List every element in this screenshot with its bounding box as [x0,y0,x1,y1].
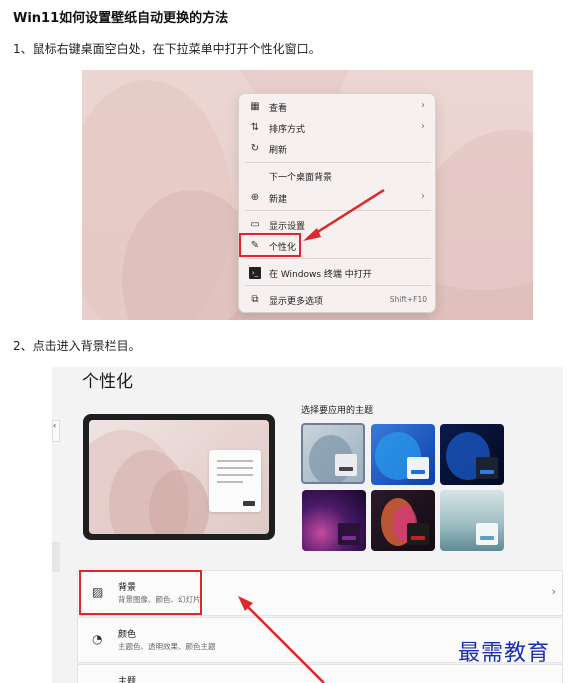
desktop-screenshot: ▦ 查看 › ⇅ 排序方式 › ↻ 刷新 下一个桌面背景 ⊕ 新建 › ▭ 显示… [82,70,533,320]
article-title: Win11如何设置壁纸自动更换的方法 [13,11,229,26]
step-1-text: 1、鼠标右键桌面空白处，在下拉菜单中打开个性化窗口。 [13,42,321,56]
watermark: 最需教育 [458,641,551,666]
step-2-text: 2、点击进入背景栏目。 [13,339,141,353]
red-arrow [303,188,385,241]
